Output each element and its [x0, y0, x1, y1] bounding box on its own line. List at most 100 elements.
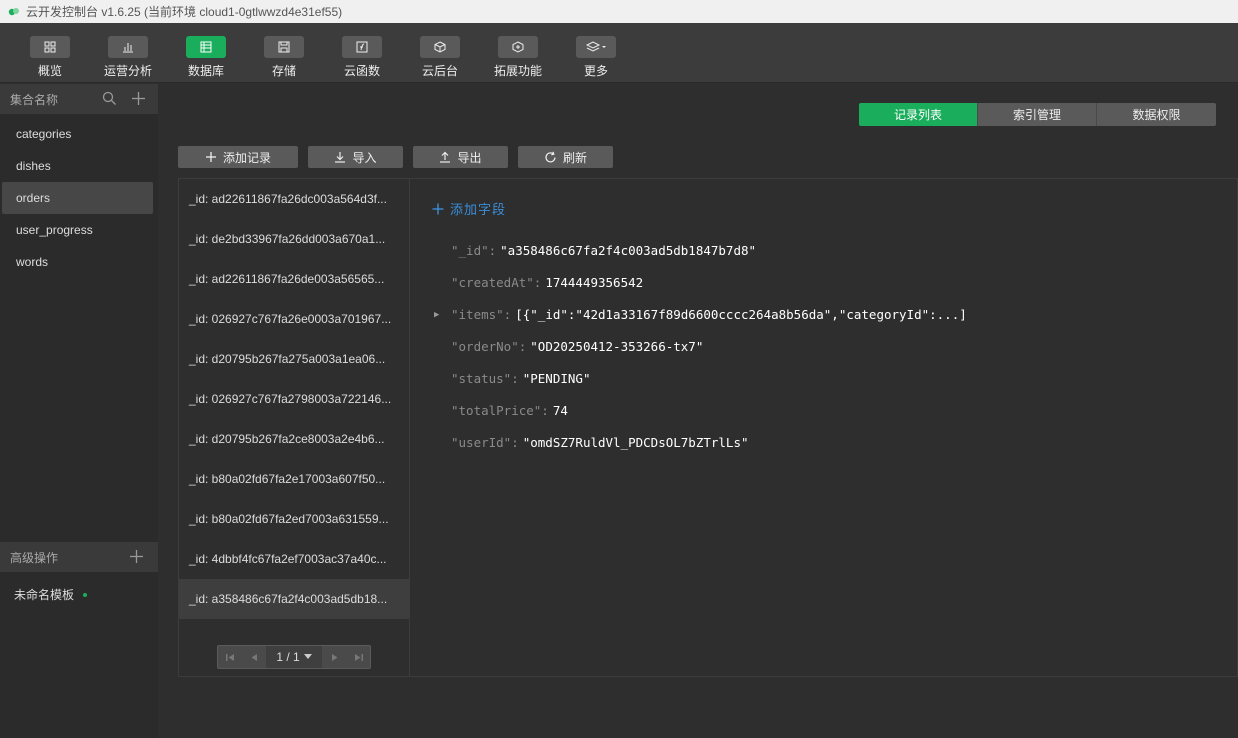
record-item[interactable]: _id: a358486c67fa2f4c003ad5db18... [179, 579, 409, 619]
bar-chart-icon [108, 36, 148, 58]
field-value: "a358486c67fa2f4c003ad5db1847b7d8" [500, 243, 757, 258]
field-row[interactable]: "createdAt": 1744449356542 [451, 267, 967, 299]
prev-page-icon [251, 653, 257, 661]
toolbar-database[interactable]: 数据库 [168, 23, 244, 83]
field-value: 74 [552, 403, 568, 418]
field-value: "omdSZ7RuldVl_PDCDsOL7bZTrlLs" [522, 435, 749, 450]
record-item[interactable]: _id: ad22611867fa26de003a56565... [179, 259, 409, 299]
export-button[interactable]: 导出 [413, 146, 508, 168]
toolbar-label: 概览 [37, 64, 62, 78]
toolbar-label: 云函数 [343, 64, 380, 78]
field-row[interactable]: "status": "PENDING" [451, 363, 967, 395]
first-page-button[interactable] [218, 646, 242, 668]
field-value: [{"_id":"42d1a33167f89d6600cccc264a8b56d… [515, 307, 967, 322]
unsaved-dot-icon [83, 592, 88, 597]
import-label: 导入 [352, 150, 377, 165]
add-template-icon[interactable] [129, 549, 144, 564]
refresh-icon [545, 151, 556, 162]
toolbar-label: 云后台 [421, 64, 458, 78]
save-icon [264, 36, 304, 58]
function-icon [342, 36, 382, 58]
collection-item[interactable]: orders [2, 182, 153, 214]
field-key: "userId": [451, 435, 519, 450]
toolbar-extensions[interactable]: 拓展功能 [480, 23, 556, 83]
tab-index-management[interactable]: 索引管理 [978, 103, 1097, 126]
database-icon [186, 36, 226, 58]
plus-icon [432, 203, 444, 214]
document-fields: "_id": "a358486c67fa2f4c003ad5db1847b7d8"… [434, 235, 967, 459]
add-record-label: 添加记录 [222, 150, 271, 165]
refresh-label: 刷新 [562, 150, 587, 165]
view-tabs: 记录列表 索引管理 数据权限 [859, 103, 1216, 126]
import-button[interactable]: 导入 [308, 146, 403, 168]
document-viewer: 添加字段 "_id": "a358486c67fa2f4c003ad5db1847… [411, 179, 1237, 676]
chevron-down-icon [303, 654, 312, 659]
collection-header-label: 集合名称 [10, 92, 59, 107]
record-item[interactable]: _id: de2bd33967fa26dd003a670a1... [179, 219, 409, 259]
add-field-label: 添加字段 [450, 202, 507, 217]
collection-item[interactable]: dishes [2, 150, 153, 182]
record-list: _id: ad22611867fa26dc003a564d3f... _id: … [179, 179, 410, 676]
record-item[interactable]: _id: 4dbbf4fc67fa2ef7003ac37a40c... [179, 539, 409, 579]
export-label: 导出 [457, 150, 482, 165]
tab-record-list[interactable]: 记录列表 [859, 103, 978, 126]
next-page-button[interactable] [322, 646, 346, 668]
toolbar-cloud-functions[interactable]: 云函数 [324, 23, 400, 83]
toolbar-storage[interactable]: 存储 [246, 23, 322, 83]
record-item[interactable]: _id: 026927c767fa2798003a722146... [179, 379, 409, 419]
page-indicator: 1 / 1 [276, 650, 300, 664]
field-row[interactable]: "userId": "omdSZ7RuldVl_PDCDsOL7bZTrlLs" [451, 427, 967, 459]
add-collection-icon[interactable] [131, 91, 146, 106]
field-value: 1744449356542 [545, 275, 644, 290]
field-row[interactable]: ▶ "items": [{"_id":"42d1a33167f89d6600ccc… [434, 299, 967, 331]
record-actions: 添加记录 导入 导出 刷新 [178, 146, 613, 168]
field-key: "createdAt": [451, 275, 542, 290]
search-icon[interactable] [102, 91, 117, 106]
last-page-button[interactable] [346, 646, 370, 668]
toolbar-analytics[interactable]: 运营分析 [90, 23, 166, 83]
layers-icon [576, 36, 616, 58]
record-item[interactable]: _id: b80a02fd67fa2ed7003a631559... [179, 499, 409, 539]
field-key: "items": [451, 307, 512, 322]
field-row[interactable]: "totalPrice": 74 [451, 395, 967, 427]
field-row[interactable]: "_id": "a358486c67fa2f4c003ad5db1847b7d8" [451, 235, 967, 267]
download-icon [335, 152, 346, 163]
toolbar-cloud-backend[interactable]: 云后台 [402, 23, 478, 83]
advanced-operations-header: 高级操作 [0, 542, 158, 572]
collection-list: categories dishes orders user_progress w… [0, 114, 158, 278]
app-logo-icon [8, 7, 19, 15]
field-key: "_id": [451, 243, 497, 258]
toolbar-label: 更多 [583, 64, 608, 78]
toolbar-overview[interactable]: 概览 [12, 23, 88, 83]
prev-page-button[interactable] [242, 646, 266, 668]
add-field-button[interactable]: 添加字段 [432, 199, 506, 218]
collection-header: 集合名称 [0, 84, 158, 114]
record-item[interactable]: _id: ad22611867fa26dc003a564d3f... [179, 179, 409, 219]
record-item[interactable]: _id: d20795b267fa2ce8003a2e4b6... [179, 419, 409, 459]
extension-icon [498, 36, 538, 58]
add-record-button[interactable]: 添加记录 [178, 146, 298, 168]
field-key: "totalPrice": [451, 403, 549, 418]
template-label: 未命名模板 [14, 588, 75, 602]
record-item[interactable]: _id: 026927c767fa26e0003a701967... [179, 299, 409, 339]
plus-icon [205, 152, 216, 162]
window-title: 云开发控制台 v1.6.25 (当前环境 cloud1-0gtlwwzd4e31… [26, 5, 343, 19]
collection-item[interactable]: categories [2, 118, 153, 150]
toolbar-more[interactable]: 更多 [558, 23, 634, 83]
expand-caret-icon[interactable]: ▶ [434, 299, 439, 331]
collection-item[interactable]: words [2, 246, 153, 278]
record-item[interactable]: _id: b80a02fd67fa2e17003a607f50... [179, 459, 409, 499]
collection-sidebar: 集合名称 categories dishes orders user_progr… [0, 84, 158, 738]
first-page-icon [225, 653, 234, 661]
tab-data-permissions[interactable]: 数据权限 [1097, 103, 1216, 126]
pagination: 1 / 1 [217, 645, 371, 669]
collection-item[interactable]: user_progress [2, 214, 153, 246]
field-row[interactable]: "orderNo": "OD20250412-353266-tx7" [451, 331, 967, 363]
upload-icon [440, 151, 451, 163]
next-page-icon [331, 653, 337, 661]
refresh-button[interactable]: 刷新 [518, 146, 613, 168]
template-item[interactable]: 未命名模板 [14, 586, 88, 603]
page-selector[interactable]: 1 / 1 [266, 646, 322, 668]
record-item[interactable]: _id: d20795b267fa275a003a1ea06... [179, 339, 409, 379]
title-bar: 云开发控制台 v1.6.25 (当前环境 cloud1-0gtlwwzd4e31… [0, 0, 1238, 23]
